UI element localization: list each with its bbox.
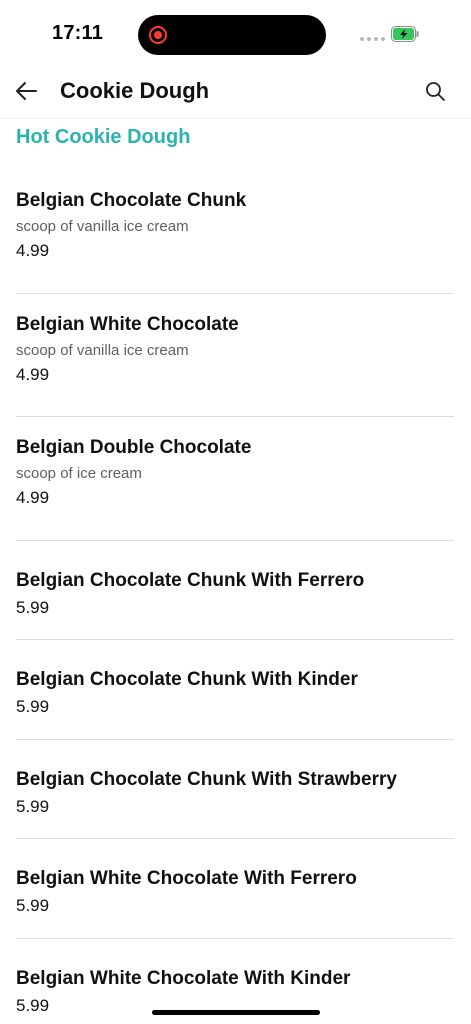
item-name: Belgian White Chocolate With Kinder	[16, 967, 351, 989]
item-name: Belgian Chocolate Chunk With Strawberry	[16, 768, 397, 790]
screen-recording-icon	[149, 26, 167, 44]
app-screen: 17:11 Cookie Dough Hot Cookie Dough Belg…	[0, 0, 471, 1024]
item-name: Belgian White Chocolate With Ferrero	[16, 868, 357, 890]
item-description: scoop of vanilla ice cream	[16, 218, 189, 235]
item-price: 4.99	[16, 488, 50, 507]
cellular-signal-icon	[360, 37, 385, 41]
item-description: scoop of ice cream	[16, 465, 142, 482]
item-name: Belgian Chocolate Chunk With Ferrero	[16, 569, 365, 591]
item-price: 5.99	[16, 896, 50, 916]
item-price: 5.99	[16, 697, 50, 717]
item-price: 4.99	[16, 241, 50, 260]
battery-charging-icon	[391, 26, 419, 42]
menu-item[interactable]: Belgian Chocolate Chunk With Strawberry …	[16, 740, 454, 840]
menu-item[interactable]: Belgian White Chocolate With Ferrero 5.9…	[16, 839, 454, 939]
home-indicator[interactable]	[152, 1010, 320, 1015]
item-description: scoop of vanilla ice cream	[16, 341, 189, 359]
menu-item[interactable]: Belgian Double Chocolate scoop of ice cr…	[16, 417, 454, 541]
search-icon[interactable]	[424, 80, 446, 102]
top-app-bar: Cookie Dough	[0, 64, 471, 119]
page-title: Cookie Dough	[60, 78, 210, 103]
menu-item-list: Belgian Chocolate Chunk scoop of vanilla…	[16, 170, 454, 1024]
menu-item[interactable]: Belgian Chocolate Chunk scoop of vanilla…	[16, 170, 454, 294]
menu-item[interactable]: Belgian White Chocolate scoop of vanilla…	[16, 294, 454, 417]
item-price: 4.99	[16, 364, 50, 384]
arrow-left-icon[interactable]	[14, 80, 40, 102]
item-name: Belgian Chocolate Chunk	[16, 190, 247, 211]
item-name: Belgian Chocolate Chunk With Kinder	[16, 669, 358, 691]
menu-item[interactable]: Belgian Chocolate Chunk With Ferrero 5.9…	[16, 541, 454, 641]
item-price: 5.99	[16, 796, 50, 816]
item-price: 5.99	[16, 597, 50, 617]
menu-item[interactable]: Belgian Chocolate Chunk With Kinder 5.99	[16, 640, 454, 740]
dynamic-island	[138, 15, 326, 55]
section-title: Hot Cookie Dough	[16, 126, 191, 148]
item-name: Belgian White Chocolate	[16, 313, 239, 335]
status-bar: 17:11	[0, 0, 471, 64]
item-name: Belgian Double Chocolate	[16, 437, 252, 458]
status-time: 17:11	[52, 22, 104, 44]
